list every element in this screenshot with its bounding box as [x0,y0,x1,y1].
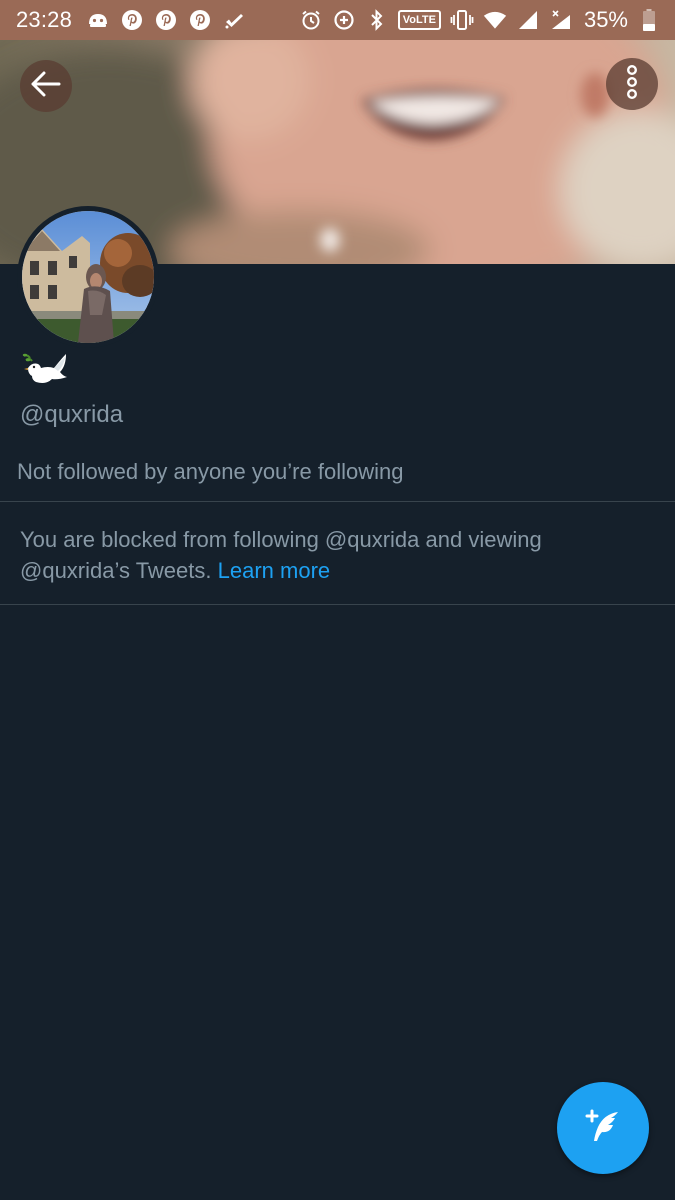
status-bar: 23:28 VoLTE 35% [0,0,675,40]
learn-more-link[interactable]: Learn more [218,558,331,583]
profile-screen: 23:28 VoLTE 35% @quxrida Not followed by… [0,0,675,1200]
back-button[interactable] [20,60,72,112]
more-options-button[interactable] [606,58,658,110]
alarm-icon [299,8,323,32]
status-time: 23:28 [16,7,73,32]
vibrate-icon [450,8,474,32]
divider [0,604,675,605]
battery-percent: 35% [583,7,628,32]
signal-icon [516,8,540,32]
more-vertical-icon [626,64,638,104]
compose-tweet-icon [580,1103,626,1154]
pinterest-icon [188,8,212,32]
signal-no-data-icon [549,8,573,32]
display-name [22,352,68,393]
data-saver-icon [332,8,356,32]
blocked-notice: You are blocked from following @quxrida … [20,524,640,586]
divider [0,501,675,502]
compose-tweet-button[interactable] [557,1082,649,1174]
pinterest-icon [120,8,144,32]
volte-badge: VoLTE [397,10,441,30]
profile-avatar[interactable] [17,206,159,348]
profile-handle: @quxrida [20,401,124,428]
bluetooth-icon [365,8,389,32]
battery-icon [637,8,661,32]
android-face-icon [86,8,110,32]
check-icon [222,8,246,32]
notification-icons [86,8,246,32]
system-icons: VoLTE 35% [299,7,661,33]
followers-you-know-note: Not followed by anyone you’re following [17,459,404,484]
arrow-left-icon [31,71,61,102]
pinterest-icon [154,8,178,32]
wifi-icon [483,8,507,32]
dove-emoji [22,353,68,392]
